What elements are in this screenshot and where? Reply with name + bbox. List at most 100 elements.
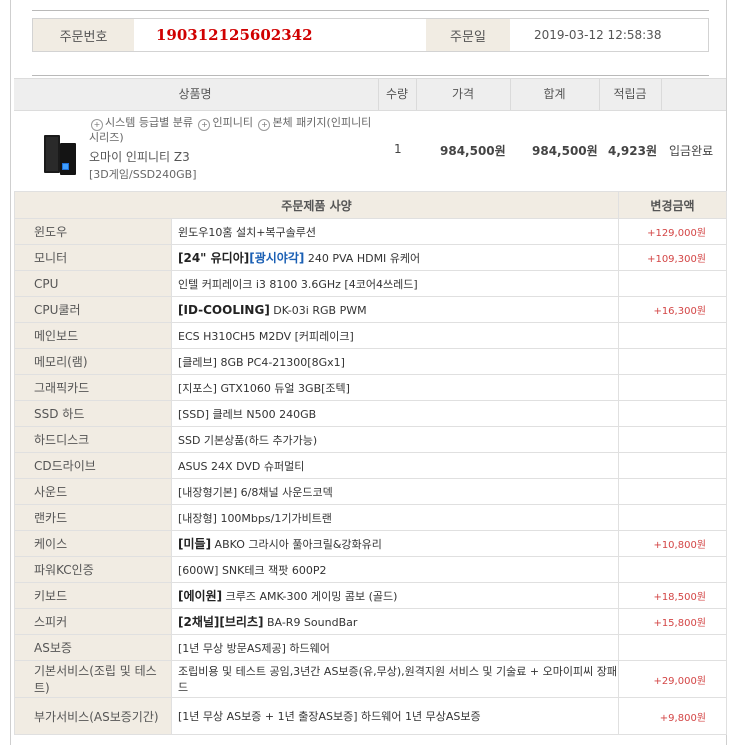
header-qty: 수량 <box>385 87 409 101</box>
spec-value-text: [내장형] 100Mbps/1기가비트랜 <box>178 511 332 525</box>
spec-value: [클레브] 8GB PC4-21300[8Gx1] <box>170 348 620 375</box>
spec-value-text: SSD 기본상품(하드 추가가능) <box>178 433 318 447</box>
spec-row: 윈도우 윈도우10홈 설치+복구솔루션 +129,000원 <box>14 218 728 245</box>
spec-value: [SSD] 클레브 N500 240GB <box>170 400 620 427</box>
product-qty: 1 <box>394 142 402 156</box>
spec-label: 케이스 <box>14 530 172 557</box>
spec-value-text: 조립비용 및 테스트 공임,3년간 AS보증(유,무상),원격지원 서비스 및 … <box>178 665 617 694</box>
spec-row: 그래픽카드 [지포스] GTX1060 듀얼 3GB[조텍] <box>14 374 728 401</box>
product-total: 984,500원 <box>532 144 598 158</box>
section-divider <box>32 75 709 76</box>
spec-amount <box>618 478 728 505</box>
spec-value-text: ABKO 그라시아 풀아크릴&강화유리 <box>211 538 382 551</box>
product-name[interactable]: 오마이 인피니티 Z3 <box>89 148 190 165</box>
spec-label: 사운드 <box>14 478 172 505</box>
spec-value: [내장형기본] 6/8채널 사운드코덱 <box>170 478 620 505</box>
spec-value: [600W] SNK테크 잭팟 600P2 <box>170 556 620 583</box>
spec-amount: +109,300원 <box>618 244 728 271</box>
category-plus-icon: + <box>91 119 103 131</box>
spec-value: [에이원] 크루즈 AMK-300 게이밍 콤보 (골드) <box>170 582 620 609</box>
spec-value: [1년 무상 방문AS제공] 하드웨어 <box>170 634 620 661</box>
spec-label: CPU쿨러 <box>14 296 172 323</box>
order-info-box: 주문번호 190312125602342 주문일 2019-03-12 12:5… <box>32 18 709 52</box>
spec-value-text: ASUS 24X DVD 슈퍼멀티 <box>178 459 305 473</box>
spec-row: 부가서비스(AS보증기간) [1년 무상 AS보증 + 1년 출장AS보증] 하드… <box>14 697 728 735</box>
product-points: 4,923원 <box>608 144 657 158</box>
spec-row: 케이스 [미들] ABKO 그라시아 풀아크릴&강화유리 +10,800원 <box>14 530 728 557</box>
spec-value-text: 크루즈 AMK-300 게이밍 콤보 (골드) <box>222 590 398 603</box>
spec-row: CPU쿨러 [ID-COOLING] DK-03i RGB PWM +16,300원 <box>14 296 728 323</box>
spec-value-highlight: [광시야각] <box>249 251 305 265</box>
category-link-package[interactable]: 본체 패키지(인피니티 <box>272 116 371 129</box>
left-border <box>10 0 11 745</box>
category-plus-icon: + <box>258 119 271 131</box>
spec-value: [24" 유디아][광시야각] 240 PVA HDMI 유케어 <box>170 244 620 271</box>
spec-amount <box>618 270 728 297</box>
header-points: 적립금 <box>613 87 647 101</box>
pc-case-thumbnail[interactable] <box>42 133 82 177</box>
spec-row: 스피커 [2채널][브리츠] BA-R9 SoundBar +15,800원 <box>14 608 728 635</box>
spec-value-text: 인텔 커피레이크 i3 8100 3.6GHz [4코어4쓰레드] <box>178 277 418 291</box>
spec-label: 키보드 <box>14 582 172 609</box>
spec-amount: +9,800원 <box>618 697 728 735</box>
spec-value: 윈도우10홈 설치+복구솔루션 <box>170 218 620 245</box>
spec-value: [2채널][브리츠] BA-R9 SoundBar <box>170 608 620 635</box>
spec-value-text: DK-03i RGB PWM <box>269 303 367 317</box>
product-option: [3D게임/SSD240GB] <box>89 168 197 181</box>
spec-value-brand: [ID-COOLING] <box>178 302 270 317</box>
spec-value: [1년 무상 AS보증 + 1년 출장AS보증] 하드웨어 1년 무상AS보증 <box>170 697 620 735</box>
product-table-header: 상품명 수량 가격 합계 적립금 <box>14 78 726 111</box>
spec-value-text: ECS H310CH5 M2DV [커피레이크] <box>178 329 354 343</box>
spec-row: CD드라이브 ASUS 24X DVD 슈퍼멀티 <box>14 452 728 479</box>
spec-row: AS보증 [1년 무상 방문AS제공] 하드웨어 <box>14 634 728 661</box>
spec-amount: +15,800원 <box>618 608 728 635</box>
spec-value-text: [1년 무상 방문AS제공] 하드웨어 <box>178 641 330 655</box>
spec-amount <box>618 400 728 427</box>
product-status: 입금완료 <box>669 144 714 158</box>
category-link-infinity[interactable]: 인피니티 <box>212 116 252 129</box>
spec-amount <box>618 322 728 349</box>
spec-value-text: [1년 무상 AS보증 + 1년 출장AS보증] 하드웨어 1년 무상AS보증 <box>178 710 481 723</box>
spec-amount <box>618 452 728 479</box>
spec-amount <box>618 374 728 401</box>
spec-value-text: [클레브] 8GB PC4-21300[8Gx1] <box>178 355 345 369</box>
spec-row: SSD 하드 [SSD] 클레브 N500 240GB <box>14 400 728 427</box>
header-total: 합계 <box>543 87 566 101</box>
spec-label: 하드디스크 <box>14 426 172 453</box>
spec-value: [지포스] GTX1060 듀얼 3GB[조텍] <box>170 374 620 401</box>
spec-amount <box>618 504 728 531</box>
spec-row: CPU 인텔 커피레이크 i3 8100 3.6GHz [4코어4쓰레드] <box>14 270 728 297</box>
spec-value: ASUS 24X DVD 슈퍼멀티 <box>170 452 620 479</box>
order-no-value: 190312125602342 <box>156 26 313 44</box>
spec-label: 파워KC인증 <box>14 556 172 583</box>
spec-row: 기본서비스(조립 및 테스트) 조립비용 및 테스트 공임,3년간 AS보증(유,… <box>14 660 728 698</box>
amount-header: 변경금액 <box>618 191 728 219</box>
spec-value-text: 240 PVA HDMI 유케어 <box>304 252 421 265</box>
product-row: + 시스템 등급별 분류 + 인피니티 + 본체 패키지(인피니티 시리즈) 오마이 … <box>14 111 726 190</box>
category-link-system-grade[interactable]: 시스템 등급별 분류 <box>105 116 193 129</box>
spec-label: 기본서비스(조립 및 테스트) <box>14 660 172 698</box>
spec-amount <box>618 556 728 583</box>
spec-amount <box>618 634 728 661</box>
spec-label: SSD 하드 <box>14 400 172 427</box>
spec-label: 스피커 <box>14 608 172 635</box>
spec-row: 키보드 [에이원] 크루즈 AMK-300 게이밍 콤보 (골드) +18,500원 <box>14 582 728 609</box>
spec-label: CPU <box>14 270 172 297</box>
spec-header: 주문제품 사양 <box>13 191 620 219</box>
spec-amount: +129,000원 <box>618 218 728 245</box>
spec-label: 윈도우 <box>14 218 172 245</box>
category-link-series[interactable]: 시리즈) <box>89 131 124 144</box>
spec-value-text: [내장형기본] 6/8채널 사운드코덱 <box>178 485 333 499</box>
spec-value: 인텔 커피레이크 i3 8100 3.6GHz [4코어4쓰레드] <box>170 270 620 297</box>
spec-amount <box>618 426 728 453</box>
product-category: + 시스템 등급별 분류 + 인피니티 + 본체 패키지(인피니티 시리즈) <box>89 116 389 144</box>
spec-row: 메모리(램) [클레브] 8GB PC4-21300[8Gx1] <box>14 348 728 375</box>
spec-value: [미들] ABKO 그라시아 풀아크릴&강화유리 <box>170 530 620 557</box>
header-price: 가격 <box>451 87 475 101</box>
header-divider <box>661 79 662 110</box>
category-plus-icon: + <box>198 119 211 131</box>
order-spec-table: 주문제품 사양 변경금액 윈도우 윈도우10홈 설치+복구솔루션 +129,000원… <box>13 191 728 735</box>
spec-value-text: BA-R9 SoundBar <box>263 616 358 629</box>
spec-value-text: [SSD] 클레브 N500 240GB <box>178 407 317 421</box>
top-divider <box>32 10 709 11</box>
